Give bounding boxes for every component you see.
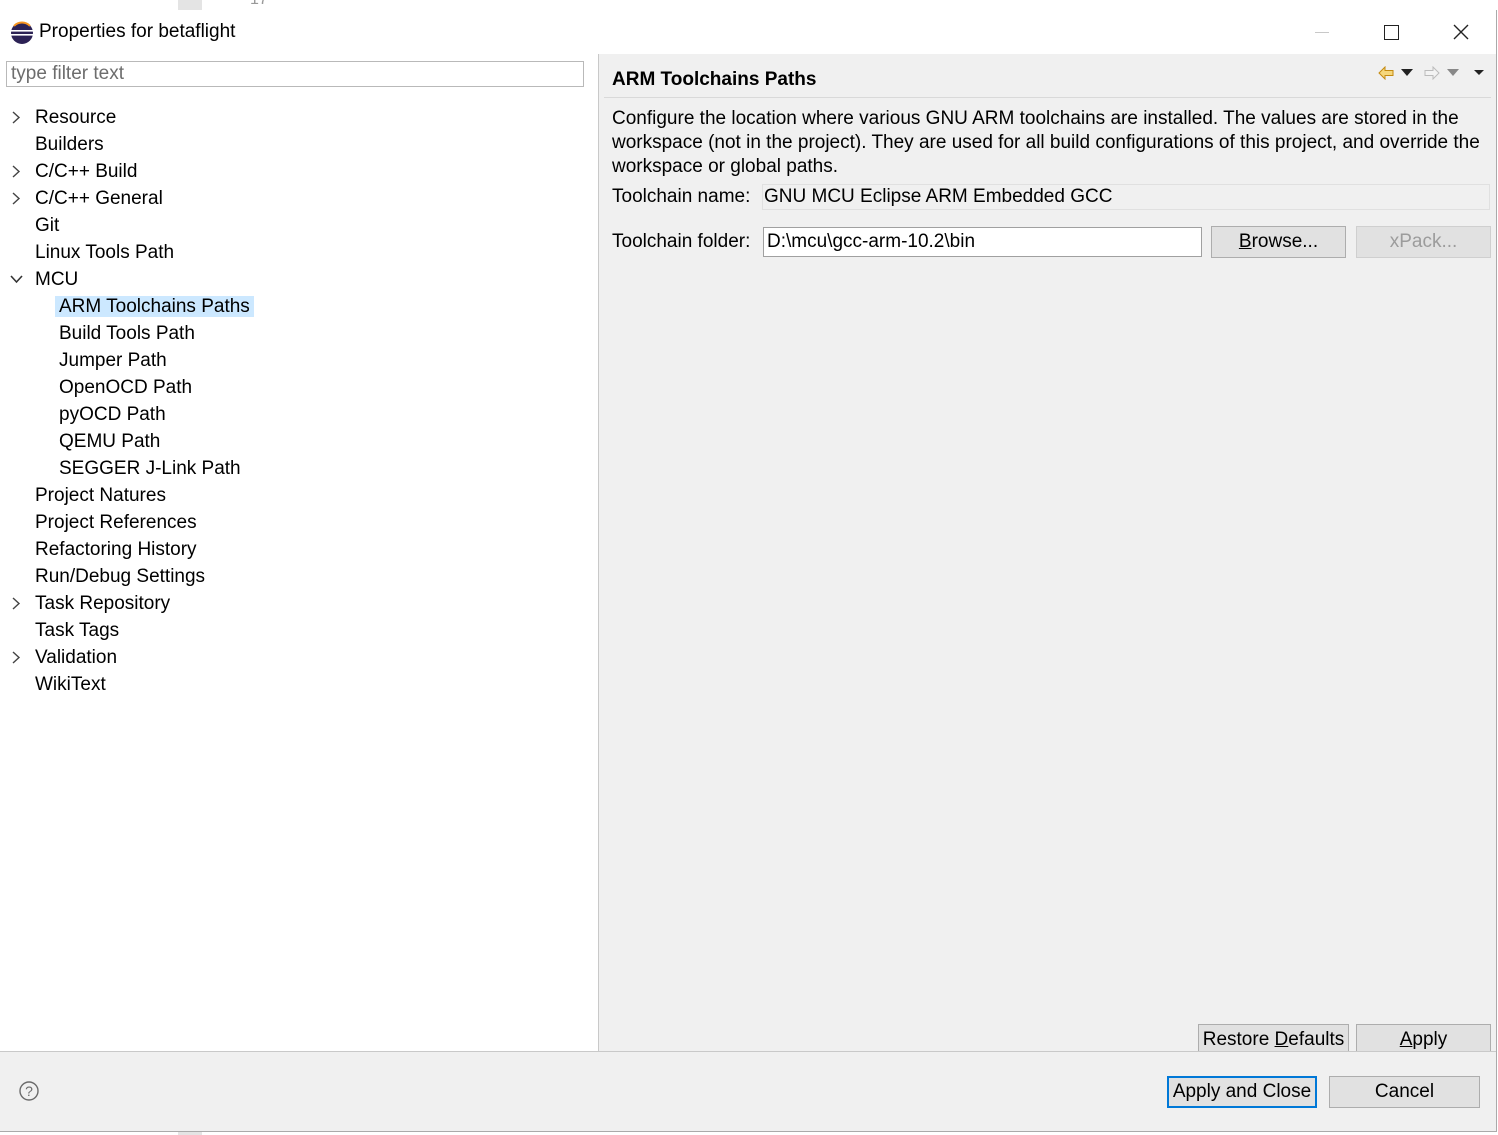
chevron-down-icon[interactable] <box>9 266 23 293</box>
tree-item-label: Task Tags <box>35 620 120 641</box>
chevron-right-icon[interactable] <box>9 590 23 617</box>
cancel-button[interactable]: Cancel <box>1329 1076 1480 1108</box>
view-menu-icon <box>1474 70 1484 75</box>
tree-item-label: Project Natures <box>35 485 166 506</box>
tree-item-label: Refactoring History <box>35 539 197 560</box>
tree-item-project-references[interactable]: Project References <box>31 509 201 536</box>
maximize-icon <box>1383 24 1399 40</box>
tree-item-validation[interactable]: Validation <box>12 644 121 671</box>
tree-item-qemu-path[interactable]: QEMU Path <box>55 428 164 455</box>
view-menu-button[interactable] <box>1473 65 1485 81</box>
maximize-button[interactable] <box>1356 10 1426 54</box>
xpack-button[interactable]: xPack... <box>1356 226 1491 258</box>
tree-item-label: Git <box>35 215 60 236</box>
apply-mnemonic: A <box>1399 1029 1413 1050</box>
tree-item-label: C/C++ General <box>35 188 163 209</box>
forward-arrow-icon <box>1424 66 1440 80</box>
tree-item-task-repository[interactable]: Task Repository <box>12 590 174 617</box>
tree-item-label: Jumper Path <box>59 350 167 371</box>
tree-item-build-tools-path[interactable]: Build Tools Path <box>55 320 199 347</box>
page-header: ARM Toolchains Paths <box>604 54 1491 98</box>
restore-mnemonic: D <box>1274 1029 1289 1050</box>
tree-item-label: Task Repository <box>35 593 171 614</box>
restore-label-b: efaults <box>1288 1029 1345 1050</box>
help-icon[interactable]: ? <box>19 1081 39 1101</box>
back-arrow-icon <box>1378 66 1394 80</box>
tree-item-label: Build Tools Path <box>59 323 195 344</box>
tree-item-label: C/C++ Build <box>35 161 138 182</box>
close-icon <box>1453 24 1469 40</box>
window-title: Properties for betaflight <box>39 21 236 42</box>
page-description: Configure the location where various GNU… <box>612 108 1480 177</box>
apply-and-close-button[interactable]: Apply and Close <box>1167 1076 1317 1108</box>
tree-item-label: Builders <box>35 134 104 155</box>
browse-button[interactable]: Browse... <box>1211 226 1346 258</box>
properties-dialog: Properties for betaflight Resource Builde… <box>0 10 1497 1132</box>
tree-item-label: WikiText <box>35 674 106 695</box>
minimize-button[interactable] <box>1287 10 1357 54</box>
left-panel: Resource Builders C/C++ Build C/C++ General… <box>0 54 598 1051</box>
forward-history-dropdown[interactable] <box>1447 65 1459 81</box>
close-button[interactable] <box>1426 10 1496 54</box>
tree-item-label: Project References <box>35 512 197 533</box>
tree-item-pyocd-path[interactable]: pyOCD Path <box>55 401 170 428</box>
background-editor-strip: 17 <box>0 0 1498 10</box>
tree-item-arm-toolchains-paths[interactable]: ARM Toolchains Paths <box>55 293 254 320</box>
minimize-icon <box>1315 31 1329 33</box>
dialog-footer: ? Apply and Close Cancel <box>0 1052 1496 1131</box>
tree-item-refactoring-history[interactable]: Refactoring History <box>31 536 201 563</box>
back-button[interactable] <box>1378 65 1394 81</box>
eclipse-icon <box>11 21 33 44</box>
title-bar[interactable]: Properties for betaflight <box>0 10 1496 54</box>
svg-text:?: ? <box>25 1083 33 1099</box>
tree-item-c-c-general[interactable]: C/C++ General <box>12 185 167 212</box>
chevron-down-icon <box>1401 69 1413 76</box>
tree-item-wikitext[interactable]: WikiText <box>31 671 110 698</box>
chevron-down-icon <box>1447 69 1459 76</box>
toolchain-folder-label: Toolchain folder: <box>612 231 751 252</box>
tree-item-label: Run/Debug Settings <box>35 566 206 587</box>
tree-item-run-debug-settings[interactable]: Run/Debug Settings <box>31 563 209 590</box>
tree-item-segger-j-link-path[interactable]: SEGGER J-Link Path <box>55 455 245 482</box>
tree-item-label: ARM Toolchains Paths <box>55 296 254 317</box>
toolchain-name-label: Toolchain name: <box>612 186 751 207</box>
chevron-right-icon[interactable] <box>9 644 23 671</box>
tree-item-label: Resource <box>35 107 117 128</box>
chevron-right-icon[interactable] <box>9 104 23 131</box>
tree-item-label: Validation <box>35 647 118 668</box>
tree-item-project-natures[interactable]: Project Natures <box>31 482 170 509</box>
tree-item-linux-tools-path[interactable]: Linux Tools Path <box>31 239 178 266</box>
chevron-right-icon[interactable] <box>9 158 23 185</box>
tree-item-label: MCU <box>35 269 79 290</box>
tree-item-git[interactable]: Git <box>31 212 63 239</box>
tree-item-builders[interactable]: Builders <box>31 131 108 158</box>
tree-item-label: pyOCD Path <box>59 404 166 425</box>
tree-item-openocd-path[interactable]: OpenOCD Path <box>55 374 196 401</box>
tree-item-label: QEMU Path <box>59 431 161 452</box>
toolchain-folder-input[interactable] <box>763 227 1202 257</box>
background-gutter <box>178 0 202 10</box>
forward-button[interactable] <box>1424 65 1440 81</box>
filter-input[interactable] <box>6 61 584 87</box>
tree-item-jumper-path[interactable]: Jumper Path <box>55 347 171 374</box>
restore-label-a: Restore <box>1202 1029 1275 1050</box>
tree-item-c-c-build[interactable]: C/C++ Build <box>12 158 141 185</box>
tree-item-mcu[interactable]: MCU <box>9 266 82 293</box>
browse-mnemonic: B <box>1238 231 1252 252</box>
apply-label-rest: pply <box>1412 1029 1448 1050</box>
tree-item-label: SEGGER J-Link Path <box>59 458 241 479</box>
back-history-dropdown[interactable] <box>1401 65 1413 81</box>
tree-item-label: OpenOCD Path <box>59 377 193 398</box>
chevron-right-icon[interactable] <box>9 185 23 212</box>
background-line-number: 17 <box>250 0 268 9</box>
page-title: ARM Toolchains Paths <box>612 69 817 90</box>
tree-item-task-tags[interactable]: Task Tags <box>31 617 123 644</box>
tree-item-resource[interactable]: Resource <box>12 104 120 131</box>
tree-item-label: Linux Tools Path <box>35 242 175 263</box>
right-panel: ARM Toolchains Paths Configure the locat… <box>599 54 1496 1056</box>
toolchain-name-value: GNU MCU Eclipse ARM Embedded GCC <box>762 184 1490 210</box>
browse-label: rowse... <box>1251 231 1319 252</box>
